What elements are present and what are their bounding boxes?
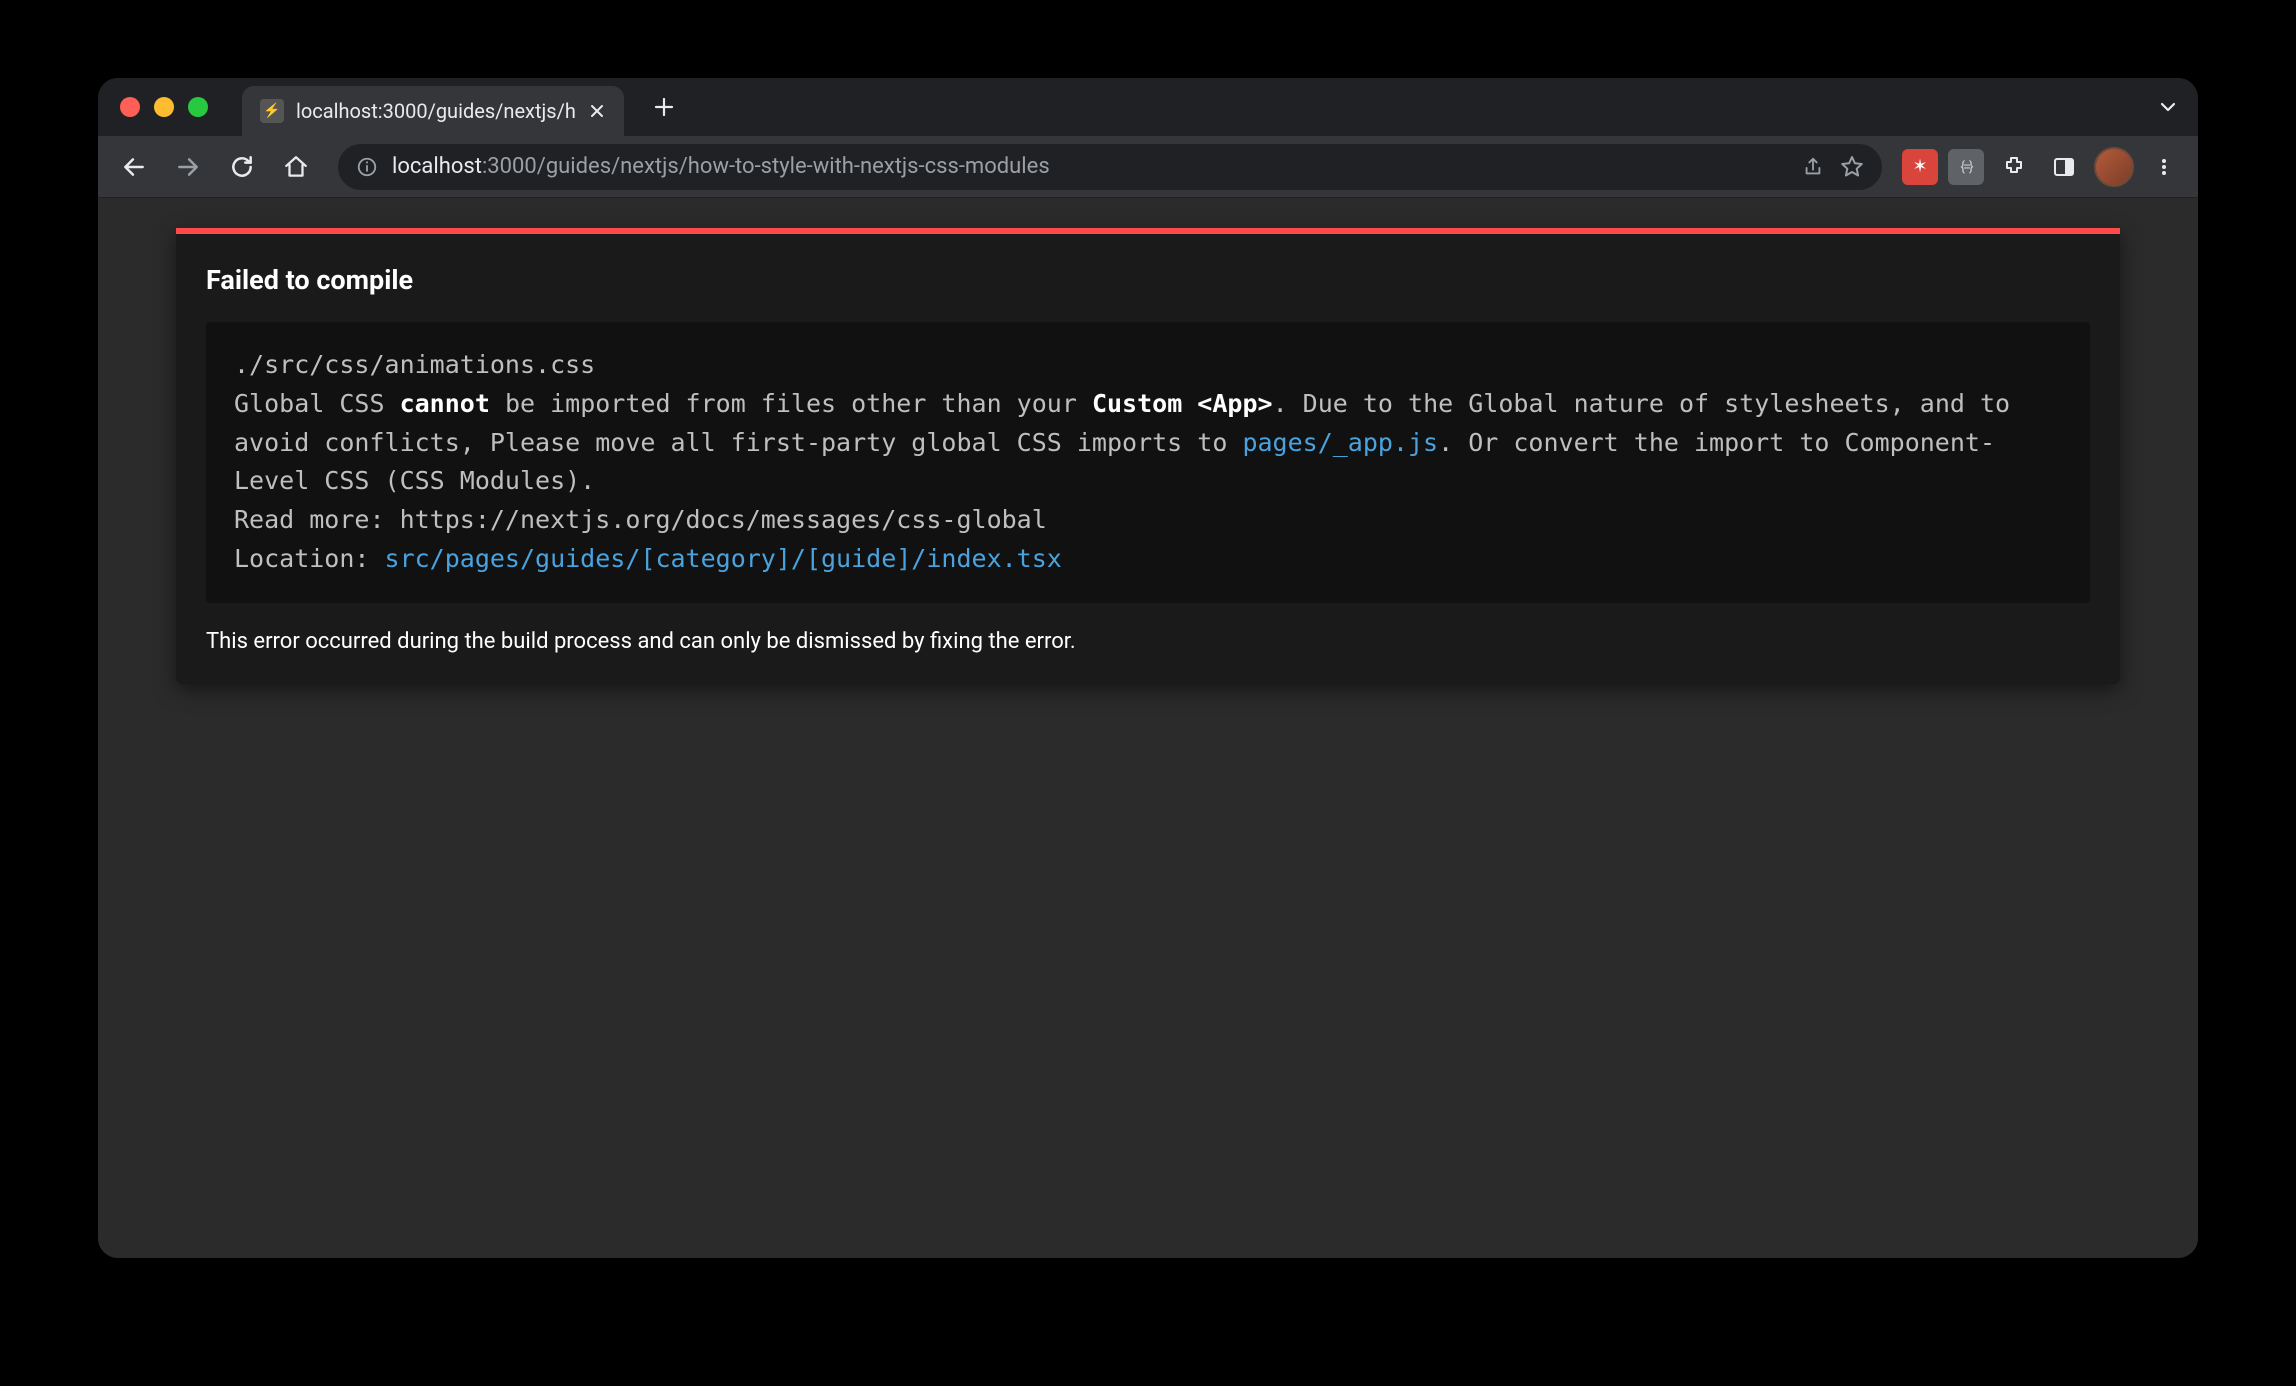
window-controls <box>120 97 208 117</box>
reload-button[interactable] <box>220 145 264 189</box>
window-close-button[interactable] <box>120 97 140 117</box>
extensions-button[interactable] <box>1994 147 2034 187</box>
error-file: ./src/css/animations.css <box>234 346 2062 385</box>
profile-avatar[interactable] <box>2094 147 2134 187</box>
window-minimize-button[interactable] <box>154 97 174 117</box>
tab-strip: ⚡ localhost:3000/guides/nextjs/h <box>98 78 2198 136</box>
error-readmore: Read more: https://nextjs.org/docs/messa… <box>234 501 2062 540</box>
site-info-icon[interactable] <box>356 156 378 178</box>
tab-favicon: ⚡ <box>260 99 284 123</box>
share-icon[interactable] <box>1802 156 1824 178</box>
side-panel-button[interactable] <box>2044 147 2084 187</box>
home-button[interactable] <box>274 145 318 189</box>
tab-close-button[interactable] <box>588 102 606 120</box>
error-overlay: Failed to compile ./src/css/animations.c… <box>176 228 2120 684</box>
pages-app-link: pages/_app.js <box>1242 428 1438 457</box>
browser-menu-button[interactable] <box>2144 147 2184 187</box>
extension-icon-1[interactable]: ✶ <box>1902 149 1938 185</box>
error-location: Location: src/pages/guides/[category]/[g… <box>234 540 2062 579</box>
error-footer: This error occurred during the build pro… <box>206 629 2090 654</box>
extension-icon-2[interactable]: {=} <box>1948 149 1984 185</box>
forward-button[interactable] <box>166 145 210 189</box>
url-text: localhost:3000/guides/nextjs/how-to-styl… <box>392 154 1788 179</box>
readmore-url: https://nextjs.org/docs/messages/css-glo… <box>400 505 1047 534</box>
new-tab-button[interactable] <box>648 91 680 123</box>
address-bar[interactable]: localhost:3000/guides/nextjs/how-to-styl… <box>338 144 1882 190</box>
url-host: localhost <box>392 154 482 179</box>
browser-tab[interactable]: ⚡ localhost:3000/guides/nextjs/h <box>242 86 624 136</box>
url-path: :3000/guides/nextjs/how-to-style-with-ne… <box>482 154 1050 179</box>
page-content: Failed to compile ./src/css/animations.c… <box>98 198 2198 1258</box>
error-message: Global CSS cannot be imported from files… <box>234 385 2062 501</box>
back-button[interactable] <box>112 145 156 189</box>
tab-title: localhost:3000/guides/nextjs/h <box>296 99 576 123</box>
tab-list-button[interactable] <box>2152 91 2184 123</box>
location-path: src/pages/guides/[category]/[guide]/inde… <box>385 544 1062 573</box>
toolbar-icons: ✶ {=} <box>1902 147 2184 187</box>
browser-toolbar: localhost:3000/guides/nextjs/how-to-styl… <box>98 136 2198 198</box>
error-body: ./src/css/animations.css Global CSS cann… <box>206 322 2090 603</box>
browser-window: ⚡ localhost:3000/guides/nextjs/h <box>98 78 2198 1258</box>
bookmark-icon[interactable] <box>1840 155 1864 179</box>
window-maximize-button[interactable] <box>188 97 208 117</box>
error-heading: Failed to compile <box>206 264 2090 296</box>
